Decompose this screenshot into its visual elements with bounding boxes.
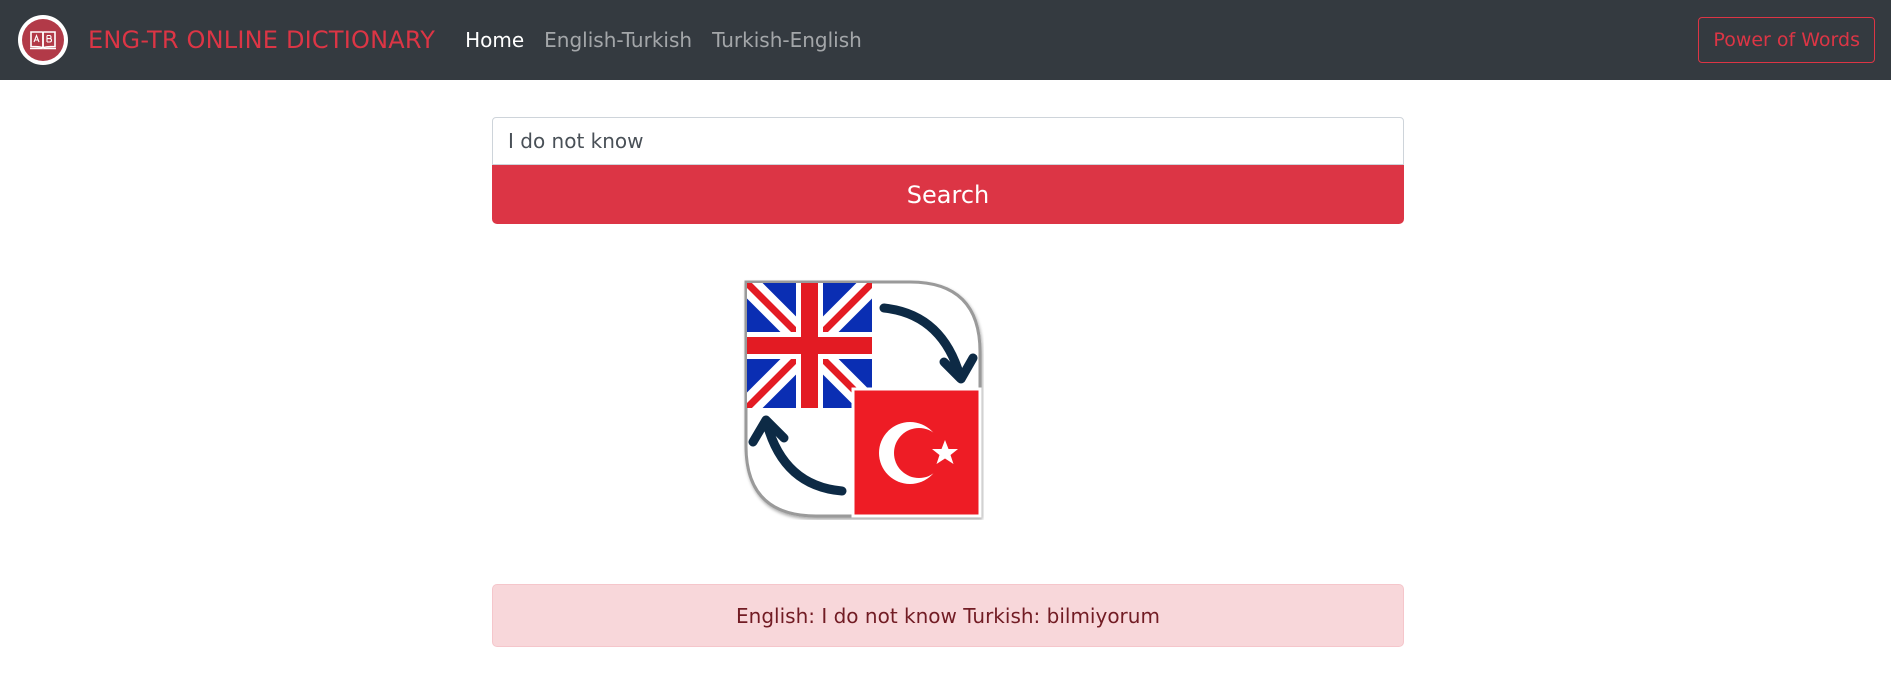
dictionary-book-icon[interactable] xyxy=(18,15,68,65)
navbar: ENG-TR ONLINE DICTIONARY Home English-Tu… xyxy=(0,0,1891,80)
english-turkish-translate-flags-icon xyxy=(742,278,984,520)
nav-links: Home English-Turkish Turkish-English xyxy=(465,28,882,52)
nav-link-home[interactable]: Home xyxy=(465,28,524,52)
power-of-words-button[interactable]: Power of Words xyxy=(1698,17,1875,63)
search-button[interactable]: Search xyxy=(492,165,1404,224)
translation-result-text: English: I do not know Turkish: bilmiyor… xyxy=(736,603,1160,628)
nav-link-english-turkish[interactable]: English-Turkish xyxy=(544,28,692,52)
brand-title[interactable]: ENG-TR ONLINE DICTIONARY xyxy=(88,26,435,54)
nav-link-turkish-english[interactable]: Turkish-English xyxy=(712,28,862,52)
translation-result-alert: English: I do not know Turkish: bilmiyor… xyxy=(492,584,1404,647)
search-input[interactable] xyxy=(492,117,1404,165)
